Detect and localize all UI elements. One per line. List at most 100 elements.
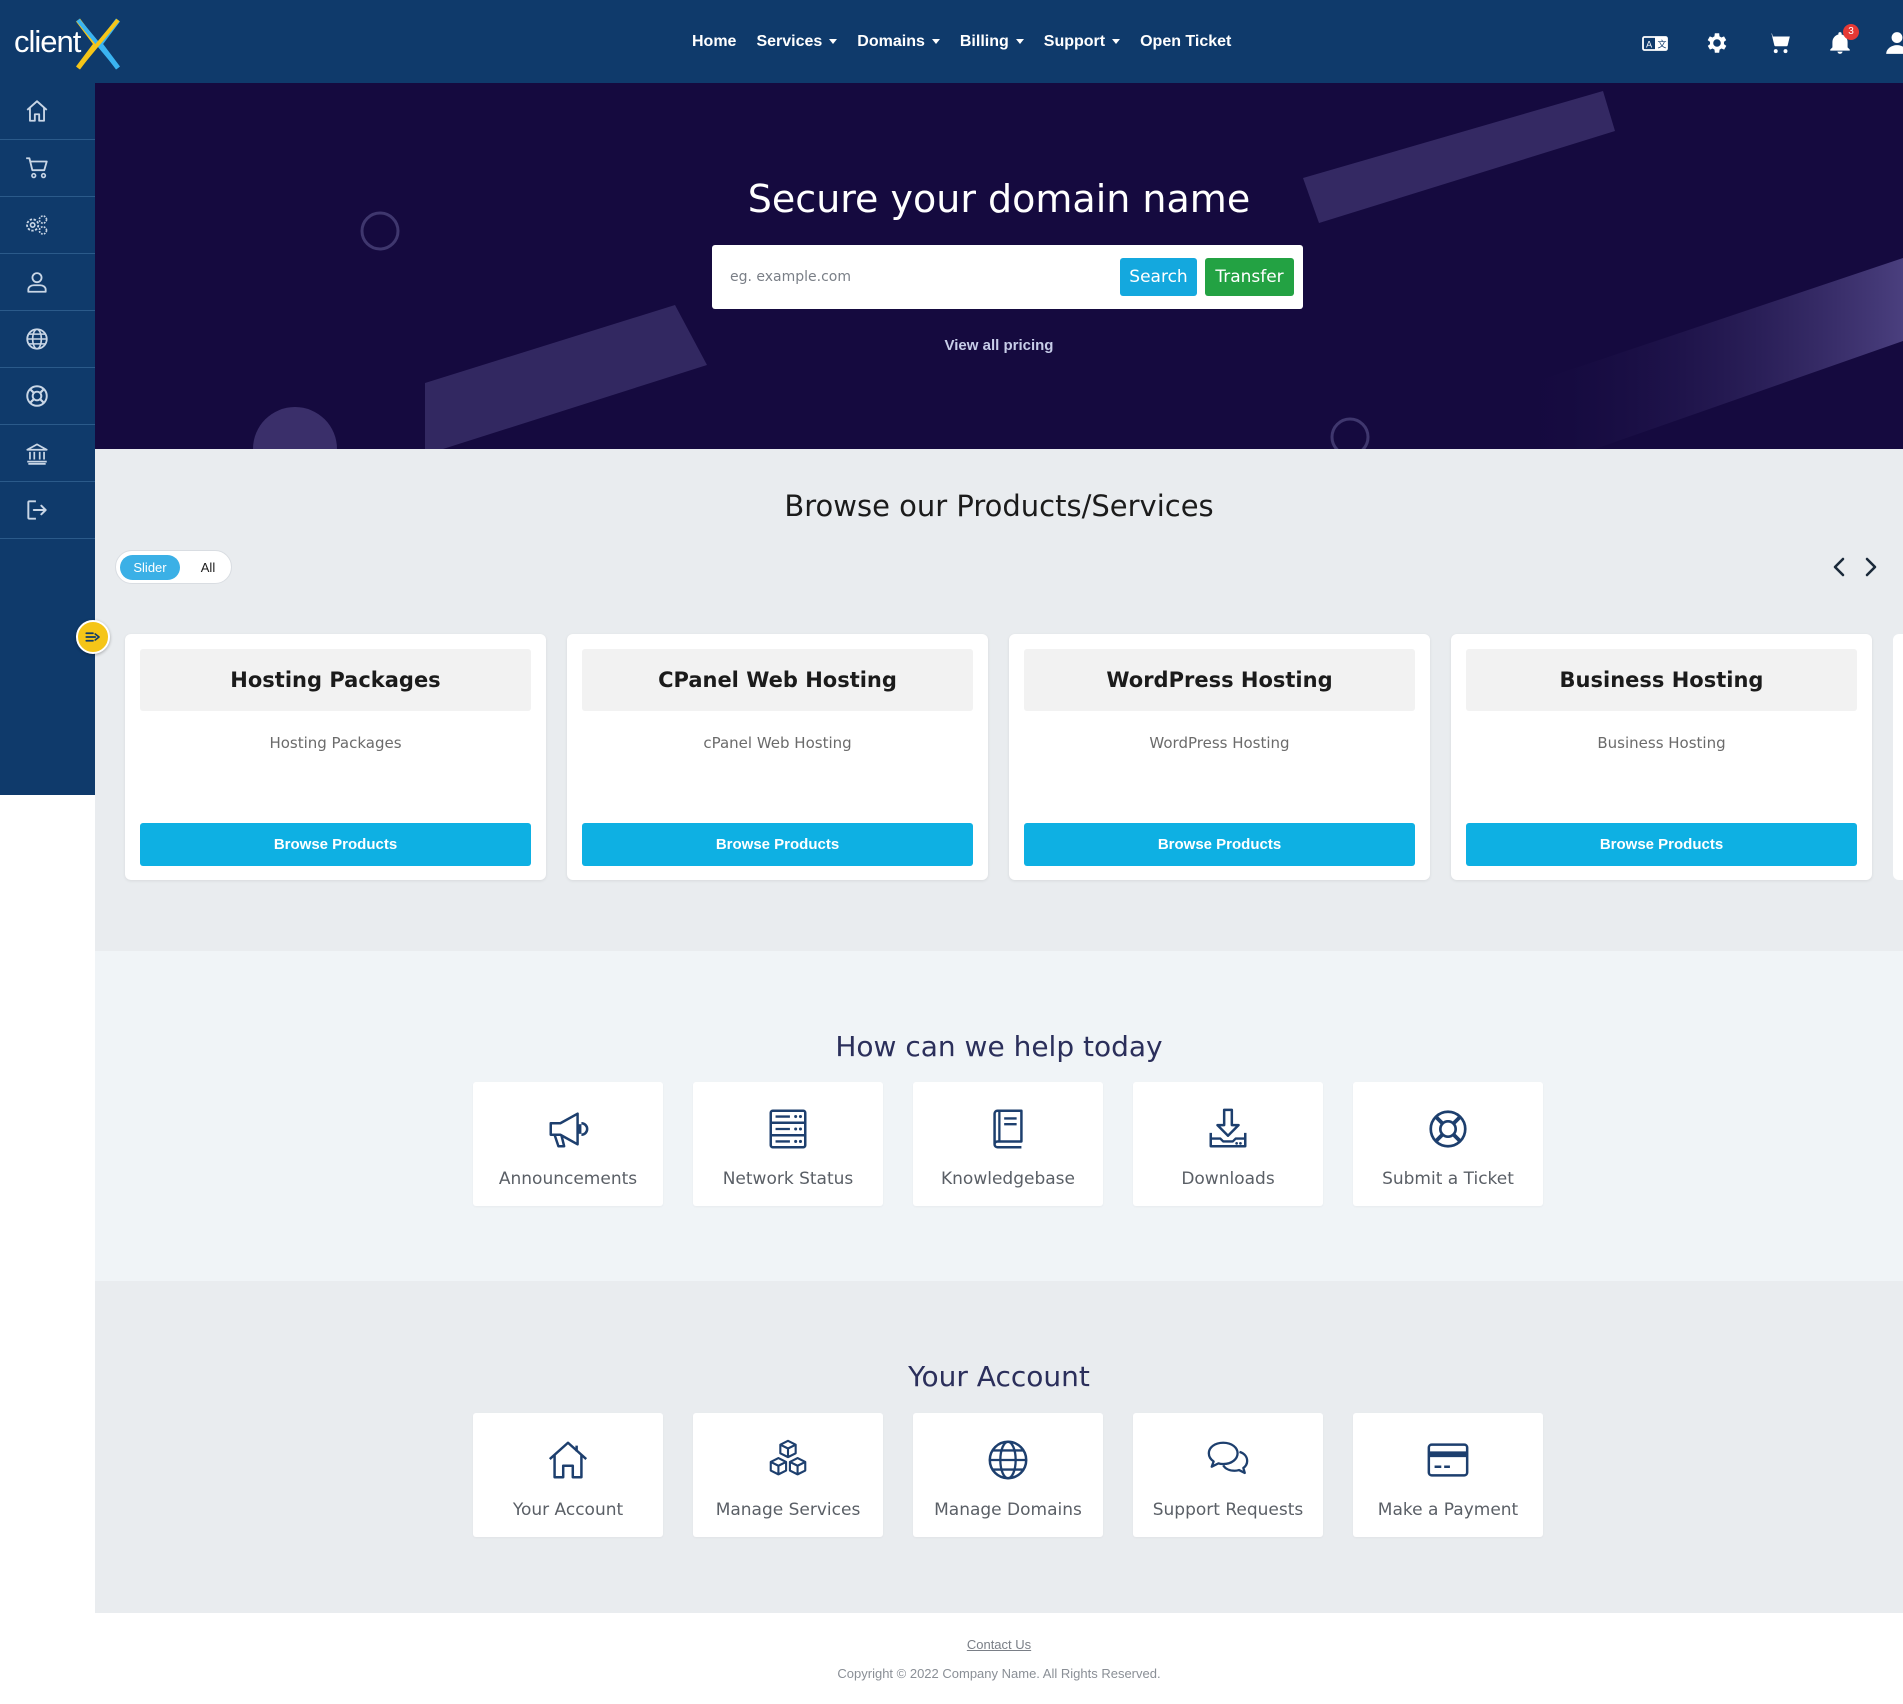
nav-label: Support [1043, 32, 1106, 50]
footer: Contact Us Copyright © 2022 Company Name… [95, 1613, 1903, 1704]
sidebar [0, 83, 95, 795]
notification-badge: 3 [1843, 24, 1859, 40]
nav-label: Services [756, 32, 823, 50]
home-icon [548, 1441, 588, 1479]
logout-icon [27, 500, 47, 520]
tile-label: Network Status [722, 1169, 854, 1189]
contact-us-link[interactable]: Contact Us [95, 1637, 1903, 1652]
tile-submit-ticket[interactable]: Submit a Ticket [1353, 1082, 1543, 1206]
user-icon[interactable] [1884, 30, 1903, 56]
tile-manage-domains[interactable]: Manage Domains [913, 1413, 1103, 1537]
svg-text:A: A [1646, 41, 1653, 51]
nav-services[interactable]: Services [756, 32, 838, 51]
bank-icon [26, 443, 48, 465]
tile-label: Submit a Ticket [1382, 1169, 1514, 1189]
browse-products-button[interactable]: Browse Products [582, 823, 973, 866]
cart-icon[interactable] [1766, 30, 1792, 56]
search-button[interactable]: Search [1120, 258, 1197, 296]
home-icon [26, 100, 48, 122]
translate-icon[interactable]: A文 [1642, 30, 1668, 56]
nav-label: Open Ticket [1140, 32, 1232, 50]
chevron-left-icon [1833, 557, 1845, 577]
download-icon [1209, 1108, 1247, 1148]
client-x-logo[interactable]: client [14, 18, 124, 70]
tile-knowledgebase[interactable]: Knowledgebase [913, 1082, 1103, 1206]
domain-search-box: Search Transfer [712, 245, 1303, 309]
account-section: Your Account Your Account Manage Service… [95, 1281, 1903, 1613]
svg-text:文: 文 [1658, 39, 1667, 51]
tile-label: Your Account [512, 1500, 624, 1520]
expand-sidebar-icon [85, 632, 100, 642]
sidebar-item-services[interactable] [0, 197, 95, 254]
tile-label: Make a Payment [1377, 1500, 1519, 1520]
card-title: WordPress Hosting [1024, 649, 1415, 711]
globe-icon [26, 328, 48, 350]
browse-products-button[interactable]: Browse Products [140, 823, 531, 866]
sidebar-item-support[interactable] [0, 368, 95, 425]
section-title: How can we help today [835, 1030, 1163, 1063]
browse-products-button[interactable]: Browse Products [1466, 823, 1857, 866]
sidebar-item-logout[interactable] [0, 482, 95, 539]
nav-open-ticket[interactable]: Open Ticket [1140, 33, 1231, 51]
card-title: Business Hosting [1466, 649, 1857, 711]
tile-manage-services[interactable]: Manage Services [693, 1413, 883, 1537]
card-description: Hosting Packages [269, 734, 402, 752]
main-nav: Home Services Domains Billing Support Op… [692, 0, 1231, 83]
sidebar-toggle-button[interactable] [76, 620, 110, 654]
nav-home[interactable]: Home [692, 33, 736, 51]
nav-billing[interactable]: Billing [960, 33, 1024, 51]
tile-downloads[interactable]: Downloads [1133, 1082, 1323, 1206]
sidebar-item-domains[interactable] [0, 311, 95, 368]
product-card: CPanel Web Hosting cPanel Web Hosting Br… [567, 634, 988, 880]
tile-label: Announcements [498, 1169, 638, 1189]
caret-down-icon [1015, 39, 1024, 44]
sidebar-item-billing[interactable] [0, 425, 95, 482]
transfer-button[interactable]: Transfer [1205, 258, 1294, 296]
card-description: WordPress Hosting [1149, 734, 1290, 752]
sidebar-item-home[interactable] [0, 83, 95, 140]
nav-domains[interactable]: Domains [857, 33, 940, 51]
tile-label: Downloads [1181, 1169, 1275, 1189]
boxes-icon [769, 1439, 807, 1476]
chat-icon [1207, 1441, 1249, 1475]
tile-label: Manage Services [715, 1500, 861, 1520]
book-icon [993, 1109, 1023, 1149]
domain-search-input[interactable] [718, 255, 1118, 299]
card-description: cPanel Web Hosting [703, 734, 852, 752]
nav-support[interactable]: Support [1043, 32, 1121, 51]
browse-products-button[interactable]: Browse Products [1024, 823, 1415, 866]
help-section: How can we help today Announcements Netw… [95, 951, 1903, 1281]
gear-icon[interactable] [1704, 30, 1730, 56]
slider-next-button[interactable] [1858, 555, 1882, 579]
top-navbar: client Home Services Domains Billing Sup… [0, 0, 1903, 83]
chevron-right-icon [1865, 557, 1877, 577]
product-card: WordPress Hosting WordPress Hosting Brow… [1009, 634, 1430, 880]
tile-announcements[interactable]: Announcements [473, 1082, 663, 1206]
toggle-all[interactable]: All [188, 555, 228, 580]
nav-label: Domains [857, 32, 925, 50]
view-all-pricing-link[interactable]: View all pricing [95, 337, 1903, 354]
lifebuoy-icon [1429, 1110, 1467, 1148]
card-title: CPanel Web Hosting [582, 649, 973, 711]
domain-search-hero: Secure your domain name Search Transfer … [95, 83, 1903, 449]
nav-label: Home [692, 32, 737, 50]
caret-down-icon [931, 39, 940, 44]
slider-prev-button[interactable] [1828, 555, 1852, 579]
tile-label: Manage Domains [934, 1500, 1082, 1520]
tile-your-account[interactable]: Your Account [473, 1413, 663, 1537]
sidebar-item-account[interactable] [0, 254, 95, 311]
bell-icon[interactable]: 3 [1827, 24, 1859, 56]
credit-card-icon [1427, 1443, 1469, 1477]
tile-make-payment[interactable]: Make a Payment [1353, 1413, 1543, 1537]
card-title: Hosting Packages [140, 649, 531, 711]
tile-support-requests[interactable]: Support Requests [1133, 1413, 1323, 1537]
sidebar-item-cart[interactable] [0, 140, 95, 197]
tile-network-status[interactable]: Network Status [693, 1082, 883, 1206]
next-product-card-peek [1893, 634, 1903, 880]
toggle-slider[interactable]: Slider [120, 555, 180, 580]
browse-products-section: Browse our Products/Services Slider All … [95, 449, 1903, 951]
megaphone-icon [549, 1112, 589, 1148]
view-toggle: Slider All [115, 550, 232, 584]
caret-down-icon [1112, 39, 1121, 44]
tile-label: Knowledgebase [941, 1169, 1075, 1189]
